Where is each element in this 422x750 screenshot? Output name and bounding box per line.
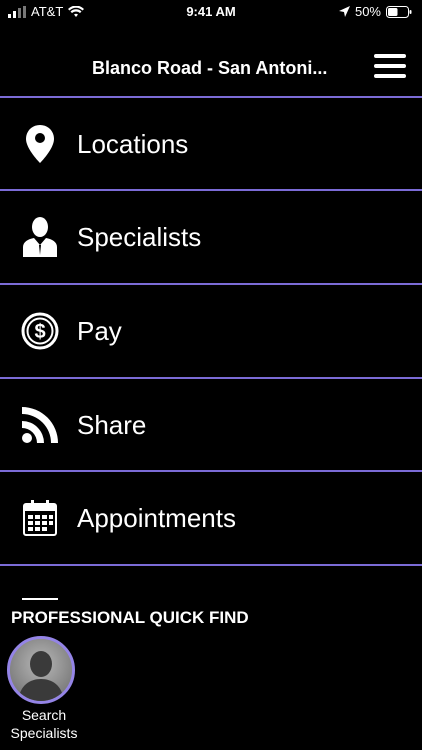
menu-item-label: Specialists: [77, 221, 202, 252]
menu-item-label: Pay: [77, 315, 122, 346]
battery-icon: [386, 5, 412, 18]
location-pin-icon: [20, 124, 60, 164]
menu-item-locations[interactable]: Locations: [0, 98, 422, 190]
menu-item-label: Appointments: [77, 502, 236, 533]
hamburger-menu-button[interactable]: [374, 54, 406, 82]
page-title: Blanco Road - San Antoni...: [92, 58, 328, 78]
menu-bar: [374, 64, 406, 68]
avatar-placeholder-icon: [10, 639, 72, 701]
menu-bar: [374, 54, 406, 58]
battery-percent: 50%: [354, 4, 381, 19]
status-bar: AT&T 9:41 AM 50%: [0, 0, 422, 24]
calendar-icon: [20, 498, 60, 538]
dollar-icon: $: [20, 311, 60, 351]
search-specialists-button[interactable]: [7, 636, 75, 704]
quick-find-title: PROFESSIONAL QUICK FIND: [11, 608, 249, 627]
status-right: 50%: [338, 4, 412, 19]
menu-bar: [374, 74, 406, 78]
menu-item-label: Locations: [77, 128, 189, 159]
svg-text:$: $: [34, 321, 45, 343]
menu-item-specialists[interactable]: Specialists: [0, 191, 422, 283]
location-arrow-icon: [338, 6, 350, 17]
search-specialists-label: Search Specialists: [10, 707, 78, 741]
menu-item-appointments[interactable]: Appointments: [0, 472, 422, 564]
header: Blanco Road - San Antoni...: [0, 40, 422, 96]
menu-item-share[interactable]: Share: [0, 379, 422, 471]
menu-item-pay[interactable]: $ Pay: [0, 285, 422, 377]
menu-item-label: Share: [77, 409, 147, 440]
rss-icon: [20, 405, 60, 445]
person-icon: [20, 217, 60, 257]
menu-item-partial: [22, 598, 58, 606]
divider: [0, 564, 422, 566]
